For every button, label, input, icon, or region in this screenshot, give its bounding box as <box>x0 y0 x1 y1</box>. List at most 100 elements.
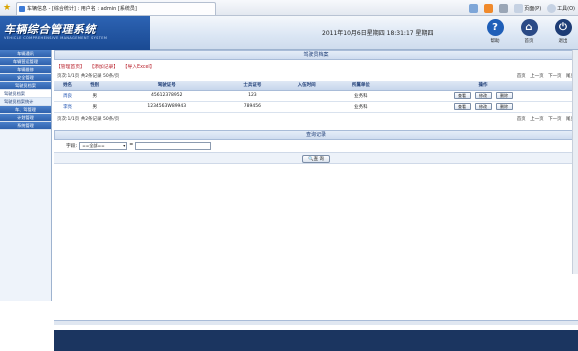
footer-band <box>54 330 578 351</box>
row-operations: 查看 修改 删除 <box>388 90 578 102</box>
row-enlist-date <box>279 101 334 113</box>
help-button[interactable]: ? 帮助 <box>483 19 507 49</box>
help-label: 帮助 <box>490 39 500 44</box>
print-icon[interactable] <box>499 3 509 13</box>
browser-tools: 页面(P) 工具(O) <box>469 2 575 14</box>
col-operations: 操作 <box>388 81 578 91</box>
browser-tab[interactable]: 车辆信息 - [综合统计] : 用户名 : admin [系统员] <box>16 2 216 15</box>
row-operations: 查看 修改 删除 <box>388 101 578 113</box>
rss-icon[interactable] <box>484 3 494 13</box>
pager-info: 页次:1/1页 共2条记录 50条/页 <box>57 74 120 79</box>
page-menu[interactable]: 页面(P) <box>514 3 542 13</box>
row-gender: 男 <box>81 101 109 113</box>
field-select[interactable]: ==全部== ▾ <box>79 141 128 150</box>
app-subtitle: VEHICLE COMPREHENSIVE MANAGEMENT SYSTEM <box>4 36 108 40</box>
home-button[interactable]: ⌂ 首页 <box>517 19 541 49</box>
next-page-link[interactable]: 下一页 <box>548 74 562 79</box>
field-select-value: ==全部== <box>82 142 105 148</box>
sidebar-item-operation[interactable]: 车辆营运管理 <box>0 58 51 66</box>
row-enlist-date <box>279 90 334 102</box>
page-icon <box>19 6 25 12</box>
first-page-link[interactable]: 首页 <box>517 74 526 79</box>
sidebar-item-driver-archive[interactable]: 驾驶员档案 <box>0 82 51 90</box>
table-row: 周良 男 45612378952 123 业务科 查看 修改 删除 <box>54 90 578 102</box>
add-record-link[interactable]: 【添加记录】 <box>89 65 118 70</box>
vertical-scrollbar[interactable] <box>572 50 578 274</box>
pager-info-bottom: 页次:1/1页 共2条记录 50条/页 <box>57 116 120 122</box>
browser-toolbar: ★ 车辆信息 - [综合统计] : 用户名 : admin [系统员] 页面(P… <box>0 0 578 16</box>
delete-button[interactable]: 删除 <box>495 92 513 99</box>
section-title: 驾驶员档案 <box>54 50 578 60</box>
view-button[interactable]: 查看 <box>453 103 471 110</box>
prev-page-link-bottom[interactable]: 上一页 <box>530 117 544 122</box>
search-button[interactable]: 🔍查 询 <box>302 154 330 163</box>
main-content: 驾驶员档案 【管理首页】 【添加记录】 【导入Excel】 页次:1/1页 共2… <box>54 50 578 351</box>
sidebar-item-system[interactable]: 系统管理 <box>0 122 51 130</box>
exit-icon: ⏻ <box>554 19 572 36</box>
tools-menu-label: 工具(O) <box>557 5 575 12</box>
tools-menu[interactable]: 工具(O) <box>547 3 575 13</box>
footer-divider <box>54 320 578 325</box>
row-name-link[interactable]: 李亮 <box>54 101 82 113</box>
row-license: 1234563W89943 <box>108 101 226 113</box>
row-soldier-id: 789456 <box>225 101 280 113</box>
search-bar: 🔍查 询 <box>54 151 578 164</box>
favorites-star-icon[interactable]: ★ <box>3 3 13 13</box>
row-soldier-id: 123 <box>225 90 280 102</box>
exit-label: 退出 <box>558 39 568 44</box>
first-page-link-bottom[interactable]: 首页 <box>517 117 526 122</box>
sidebar-item-vehicle-driver[interactable]: 车、驾管理 <box>0 106 51 114</box>
exit-button[interactable]: ⏻ 退出 <box>551 19 575 49</box>
row-name-link[interactable]: 周良 <box>54 90 82 102</box>
table-header-row: 姓名 性别 驾驶证号 士兵证号 入伍时间 所属单位 操作 <box>54 81 578 91</box>
row-unit: 业务科 <box>333 90 388 102</box>
page-menu-icon <box>514 3 524 13</box>
app-title: 车辆综合管理系统 <box>4 23 96 36</box>
row-license: 45612378952 <box>108 90 226 102</box>
sidebar-subitem-driver-archive[interactable]: 驾驶员档案 <box>0 90 51 98</box>
edit-button[interactable]: 修改 <box>474 103 492 110</box>
view-button[interactable]: 查看 <box>453 92 471 99</box>
manage-home-link[interactable]: 【管理首页】 <box>56 65 85 70</box>
home-icon: ⌂ <box>520 19 538 36</box>
action-links: 【管理首页】 【添加记录】 【导入Excel】 <box>54 63 578 72</box>
table-row: 李亮 男 1234563W89943 789456 业务科 查看 修改 删除 <box>54 101 578 113</box>
query-section-title: 查询记录 <box>54 129 578 140</box>
prev-page-link[interactable]: 上一页 <box>530 74 544 79</box>
row-unit: 业务科 <box>333 101 388 113</box>
pager-bottom: 页次:1/1页 共2条记录 50条/页 首页 上一页 下一页 尾页 <box>54 115 578 124</box>
next-page-link-bottom[interactable]: 下一页 <box>548 117 562 122</box>
page-menu-label: 页面(P) <box>524 5 542 12</box>
field-label: 字段: <box>66 144 78 149</box>
sidebar-subitem-driver-stats[interactable]: 驾驶员档案统计 <box>0 98 51 106</box>
current-datetime: 2011年10月6日星期四 18:31:17 星期四 <box>322 30 434 37</box>
col-unit: 所属单位 <box>333 81 388 91</box>
home-browser-icon[interactable] <box>469 3 479 13</box>
query-input[interactable] <box>135 141 212 150</box>
col-license: 驾驶证号 <box>108 81 226 91</box>
import-excel-link[interactable]: 【导入Excel】 <box>123 65 155 70</box>
pager-top: 页次:1/1页 共2条记录 50条/页 首页 上一页 下一页 尾页 <box>54 72 578 81</box>
search-button-label: 查 询 <box>313 156 325 162</box>
help-icon: ? <box>486 19 504 36</box>
sidebar: 车辆通讯 车辆营运管理 车辆维修 安全管理 驾驶员档案 驾驶员档案 驾驶员档案统… <box>0 50 52 301</box>
col-soldier-id: 士兵证号 <box>225 81 280 91</box>
browser-tab-title: 车辆信息 - [综合统计] : 用户名 : admin [系统员] <box>27 6 137 12</box>
chevron-down-icon: ▾ <box>123 142 126 148</box>
edit-button[interactable]: 修改 <box>474 92 492 99</box>
home-label: 首页 <box>524 39 534 44</box>
query-row: 字段: ==全部== ▾ = <box>54 140 578 152</box>
col-gender: 性别 <box>81 81 109 91</box>
operator-label: = <box>129 143 134 148</box>
tools-gear-icon <box>547 3 557 13</box>
delete-button[interactable]: 删除 <box>495 103 513 110</box>
sidebar-item-maintenance[interactable]: 车辆维修 <box>0 66 51 74</box>
row-gender: 男 <box>81 90 109 102</box>
driver-table: 姓名 性别 驾驶证号 士兵证号 入伍时间 所属单位 操作 周良 男 456123… <box>54 81 578 113</box>
col-name: 姓名 <box>54 81 82 91</box>
sidebar-item-vehicle-comm[interactable]: 车辆通讯 <box>0 50 51 58</box>
app-header: 车辆综合管理系统 VEHICLE COMPREHENSIVE MANAGEMEN… <box>0 16 578 50</box>
sidebar-item-safety[interactable]: 安全管理 <box>0 74 51 82</box>
sidebar-item-plan[interactable]: 计划管理 <box>0 114 51 122</box>
col-enlist-date: 入伍时间 <box>279 81 334 91</box>
